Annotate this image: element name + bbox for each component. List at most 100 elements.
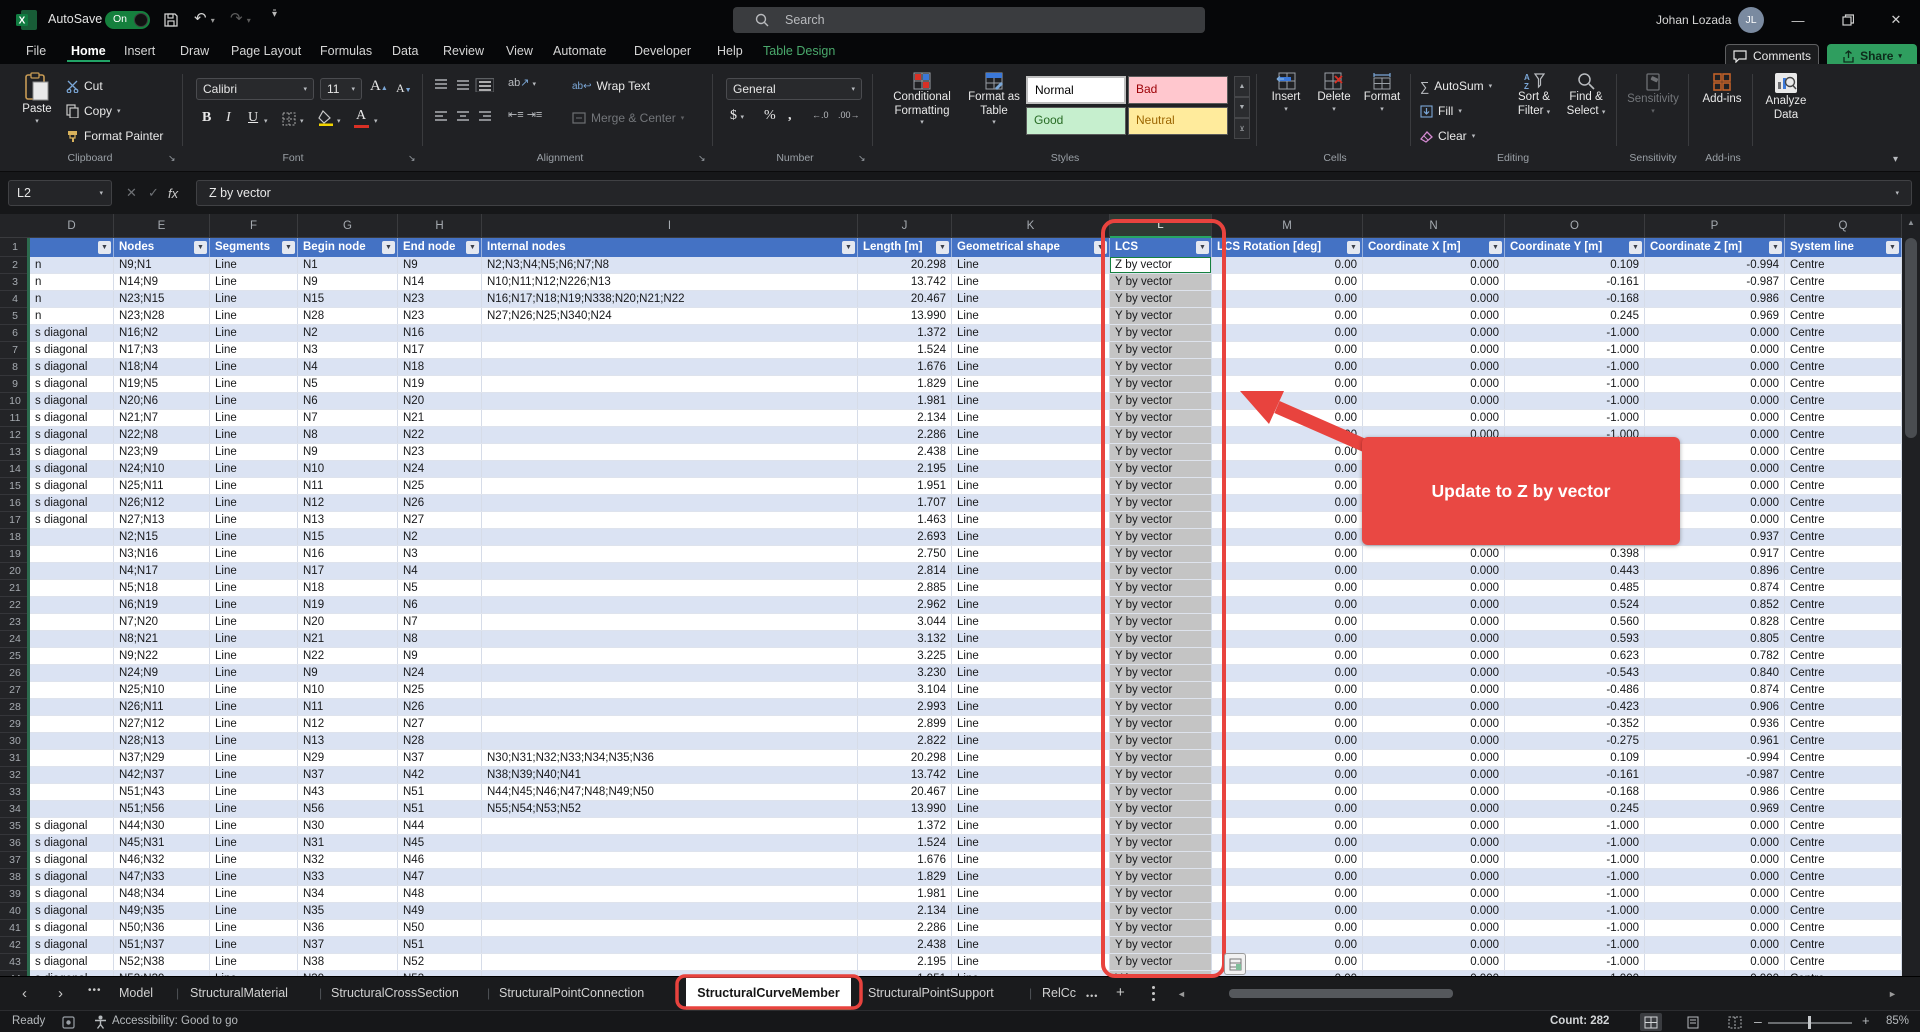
cell-K18[interactable]: Line (952, 529, 1110, 545)
cell-L5[interactable]: Y by vector (1110, 308, 1212, 324)
sort-filter-button[interactable]: A Z Sort & Filter ▾ (1510, 72, 1558, 119)
conditional-formatting-button[interactable]: Conditional Formatting▾ (884, 72, 960, 126)
cell-P11[interactable]: 0.000 (1645, 410, 1785, 426)
row-header-42[interactable]: 42 (0, 937, 30, 954)
row-header-38[interactable]: 38 (0, 869, 30, 886)
cell-M36[interactable]: 0.00 (1212, 835, 1363, 851)
cell-J30[interactable]: 2.822 (858, 733, 952, 749)
cell-N36[interactable]: 0.000 (1363, 835, 1505, 851)
cell-M39[interactable]: 0.00 (1212, 886, 1363, 902)
cell-Q22[interactable]: Centre (1785, 597, 1902, 613)
cell-P39[interactable]: 0.000 (1645, 886, 1785, 902)
wrap-text-button[interactable]: ab↩ Wrap Text (572, 76, 650, 96)
cell-F3[interactable]: Line (210, 274, 298, 290)
cell-I25[interactable] (482, 648, 858, 664)
cell-O19[interactable]: 0.398 (1505, 546, 1645, 562)
cell-D14[interactable]: s diagonal (30, 461, 114, 477)
cell-M41[interactable]: 0.00 (1212, 920, 1363, 936)
gallery-more-icon[interactable]: ⊻ (1234, 118, 1250, 139)
cell-Q6[interactable]: Centre (1785, 325, 1902, 341)
cell-F28[interactable]: Line (210, 699, 298, 715)
cell-K31[interactable]: Line (952, 750, 1110, 766)
table-header-begin-node[interactable]: Begin node▼ (298, 238, 398, 257)
cell-L18[interactable]: Y by vector (1110, 529, 1212, 545)
cell-O26[interactable]: -0.543 (1505, 665, 1645, 681)
cell-N35[interactable]: 0.000 (1363, 818, 1505, 834)
cell-M7[interactable]: 0.00 (1212, 342, 1363, 358)
row-header-39[interactable]: 39 (0, 886, 30, 903)
cell-G30[interactable]: N13 (298, 733, 398, 749)
cell-H23[interactable]: N7 (398, 614, 482, 630)
cell-J25[interactable]: 3.225 (858, 648, 952, 664)
cell-H26[interactable]: N24 (398, 665, 482, 681)
grow-font-button[interactable]: A▲ (370, 78, 388, 95)
cell-E2[interactable]: N9;N1 (114, 257, 210, 273)
filter-button-I[interactable]: ▼ (842, 241, 855, 254)
cell-P29[interactable]: 0.936 (1645, 716, 1785, 732)
cell-F43[interactable]: Line (210, 954, 298, 970)
row-header-17[interactable]: 17 (0, 512, 30, 529)
cell-D4[interactable]: n (30, 291, 114, 307)
cell-Q38[interactable]: Centre (1785, 869, 1902, 885)
cell-I36[interactable] (482, 835, 858, 851)
cell-K34[interactable]: Line (952, 801, 1110, 817)
table-header-geometrical-shape[interactable]: Geometrical shape▼ (952, 238, 1110, 257)
cell-F35[interactable]: Line (210, 818, 298, 834)
redo-button[interactable]: ↷ ▾ (230, 9, 251, 27)
cell-H14[interactable]: N24 (398, 461, 482, 477)
cell-J42[interactable]: 2.438 (858, 937, 952, 953)
ribbon-tab-view[interactable]: View (502, 42, 537, 60)
row-header-37[interactable]: 37 (0, 852, 30, 869)
cell-E28[interactable]: N26;N11 (114, 699, 210, 715)
cell-G9[interactable]: N5 (298, 376, 398, 392)
cell-K25[interactable]: Line (952, 648, 1110, 664)
ribbon-tab-home[interactable]: Home (67, 42, 110, 62)
cell-Q15[interactable]: Centre (1785, 478, 1902, 494)
cell-Q34[interactable]: Centre (1785, 801, 1902, 817)
cell-M3[interactable]: 0.00 (1212, 274, 1363, 290)
row-header-36[interactable]: 36 (0, 835, 30, 852)
cell-G38[interactable]: N33 (298, 869, 398, 885)
cell-I9[interactable] (482, 376, 858, 392)
cell-K10[interactable]: Line (952, 393, 1110, 409)
zoom-level[interactable]: 85% (1886, 1015, 1909, 1027)
cell-Q31[interactable]: Centre (1785, 750, 1902, 766)
cell-F16[interactable]: Line (210, 495, 298, 511)
autofill-options-button[interactable] (1224, 953, 1246, 975)
cell-Q9[interactable]: Centre (1785, 376, 1902, 392)
cell-E8[interactable]: N18;N4 (114, 359, 210, 375)
cell-D15[interactable]: s diagonal (30, 478, 114, 494)
cell-D43[interactable]: s diagonal (30, 954, 114, 970)
percent-style-button[interactable]: % (764, 108, 776, 124)
cell-O42[interactable]: -1.000 (1505, 937, 1645, 953)
cell-E13[interactable]: N23;N9 (114, 444, 210, 460)
cell-N5[interactable]: 0.000 (1363, 308, 1505, 324)
cell-M17[interactable]: 0.00 (1212, 512, 1363, 528)
cell-N41[interactable]: 0.000 (1363, 920, 1505, 936)
cell-I32[interactable]: N38;N39;N40;N41 (482, 767, 858, 783)
cell-I15[interactable] (482, 478, 858, 494)
column-header-N[interactable]: N (1363, 214, 1505, 238)
cell-E25[interactable]: N9;N22 (114, 648, 210, 664)
cell-K12[interactable]: Line (952, 427, 1110, 443)
ribbon-tab-help[interactable]: Help (713, 42, 747, 60)
filter-button-J[interactable]: ▼ (936, 241, 949, 254)
cell-style-normal[interactable]: Normal (1026, 76, 1126, 104)
cell-L40[interactable]: Y by vector (1110, 903, 1212, 919)
cell-K26[interactable]: Line (952, 665, 1110, 681)
cell-L23[interactable]: Y by vector (1110, 614, 1212, 630)
cell-G20[interactable]: N17 (298, 563, 398, 579)
cell-N28[interactable]: 0.000 (1363, 699, 1505, 715)
cell-D40[interactable]: s diagonal (30, 903, 114, 919)
cell-P4[interactable]: 0.986 (1645, 291, 1785, 307)
cell-N30[interactable]: 0.000 (1363, 733, 1505, 749)
scroll-up-icon[interactable]: ▲ (1902, 218, 1920, 227)
cell-G13[interactable]: N9 (298, 444, 398, 460)
cell-G24[interactable]: N21 (298, 631, 398, 647)
cell-J40[interactable]: 2.134 (858, 903, 952, 919)
column-header-G[interactable]: G (298, 214, 398, 238)
cell-D34[interactable] (30, 801, 114, 817)
cell-K3[interactable]: Line (952, 274, 1110, 290)
cell-F20[interactable]: Line (210, 563, 298, 579)
cell-K38[interactable]: Line (952, 869, 1110, 885)
